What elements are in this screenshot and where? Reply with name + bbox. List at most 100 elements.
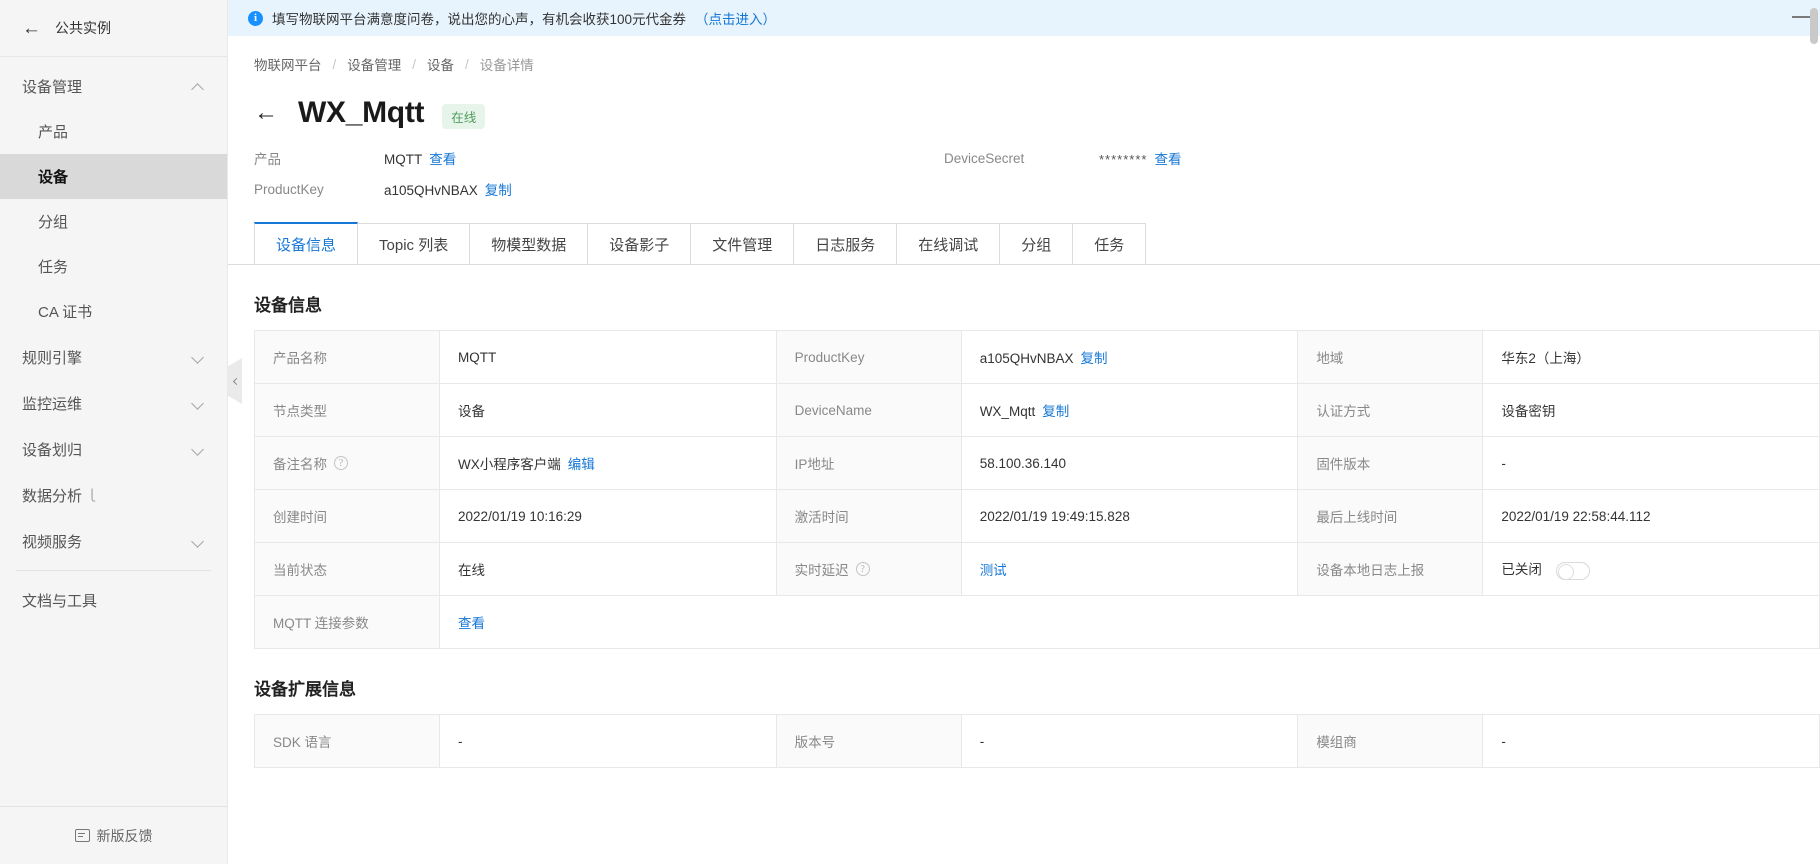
meta-productkey-value-wrap: a105QHvNBAX 复制 (384, 179, 944, 199)
sidebar-group-data-analysis[interactable]: 数据分析 ⎩ (0, 472, 227, 518)
cell-value-remark-name: WX小程序客户端 编辑 (439, 436, 777, 490)
sidebar-group-video-service[interactable]: 视频服务 (0, 518, 227, 564)
cell-value-realtime-latency: 测试 (960, 542, 1299, 596)
sidebar-group-label: 设备管理 (22, 78, 83, 96)
breadcrumb-item-iot-platform[interactable]: 物联网平台 (254, 54, 322, 74)
tab-thing-model-data[interactable]: 物模型数据 (469, 223, 589, 264)
devicename-text: WX_Mqtt (979, 404, 1036, 419)
sidebar-item-tasks[interactable]: 任务 (0, 244, 227, 289)
breadcrumb-item-devices[interactable]: 设备 (427, 54, 454, 74)
tab-topic-list[interactable]: Topic 列表 (357, 223, 471, 264)
sidebar-item-label: 分组 (38, 214, 69, 231)
cell-label-current-status: 当前状态 (253, 542, 441, 596)
tab-label: 设备影子 (609, 236, 670, 254)
tab-device-info[interactable]: 设备信息 (254, 222, 359, 264)
tab-device-shadow[interactable]: 设备影子 (587, 223, 692, 264)
cell-label-auth-type: 认证方式 (1297, 383, 1484, 437)
cell-label-version: 版本号 (775, 714, 962, 768)
cell-label-created-time: 创建时间 (253, 489, 441, 543)
table-row: 节点类型 设备 DeviceName WX_Mqtt 复制 认证方式 设备密钥 (253, 383, 1820, 437)
table-row: SDK 语言 - 版本号 - 模组商 - (253, 714, 1820, 768)
breadcrumb-item-device-management[interactable]: 设备管理 (347, 54, 401, 74)
sidebar-item-label: 任务 (38, 259, 69, 276)
chevron-down-icon (193, 443, 205, 455)
cell-label-activated-time: 激活时间 (775, 489, 962, 543)
chevron-up-icon (193, 80, 205, 92)
sidebar-group-label: 视频服务 (22, 533, 83, 551)
cell-label-realtime-latency: 实时延迟? (775, 542, 962, 596)
cell-value-product-name: MQTT (439, 330, 777, 384)
app-root: ← 公共实例 设备管理 产品 设备 分组 任务 CA 证书 规则引擎 监控运维 … (0, 0, 1820, 864)
cell-label-mqtt-params: MQTT 连接参数 (253, 595, 441, 649)
sidebar-group-device-allocation[interactable]: 设备划归 (0, 426, 227, 472)
cell-value-last-online-time: 2022/01/19 22:58:44.112 (1482, 489, 1820, 543)
page-content: 物联网平台 / 设备管理 / 设备 / 设备详情 ← WX_Mqtt 在线 产品… (228, 36, 1820, 768)
breadcrumb-separator: / (332, 56, 337, 72)
sidebar-back-to-instances[interactable]: ← 公共实例 (0, 0, 227, 57)
survey-notice-banner: i 填写物联网平台满意度问卷，说出您的心声，有机会收获100元代金券 （点击进入… (228, 0, 1820, 36)
sidebar-item-label: CA 证书 (38, 304, 93, 321)
sidebar-group-label-wrap: 数据分析 ⎩ (22, 485, 96, 506)
latency-label-text: 实时延迟 (794, 563, 849, 578)
copy-devicename-link[interactable]: 复制 (1042, 404, 1069, 419)
view-mqtt-params-link[interactable]: 查看 (458, 616, 485, 631)
sidebar-group-label: 设备划归 (22, 441, 83, 459)
tab-groups[interactable]: 分组 (999, 223, 1074, 264)
sidebar-group-monitoring[interactable]: 监控运维 (0, 380, 227, 426)
sidebar-group-label: 监控运维 (22, 395, 83, 413)
page-back-button[interactable]: ← (254, 101, 278, 125)
cell-value-created-time: 2022/01/19 10:16:29 (439, 489, 777, 543)
sidebar-nav: 设备管理 产品 设备 分组 任务 CA 证书 规则引擎 监控运维 设备划归 数据… (0, 57, 227, 806)
feedback-icon (74, 829, 90, 842)
remark-text: WX小程序客户端 (458, 457, 561, 472)
sidebar-divider (16, 570, 211, 571)
sidebar-item-ca-certificate[interactable]: CA 证书 (0, 289, 227, 334)
edit-remark-link[interactable]: 编辑 (568, 457, 595, 472)
sidebar-group-rules-engine[interactable]: 规则引擎 (0, 334, 227, 380)
tab-file-management[interactable]: 文件管理 (690, 223, 795, 264)
help-icon[interactable]: ? (334, 456, 348, 470)
sidebar-item-groups[interactable]: 分组 (0, 199, 227, 244)
notice-link[interactable]: （点击进入） (695, 8, 776, 28)
page-scrollbar[interactable] (1810, 8, 1818, 44)
sidebar-item-docs-and-tools[interactable]: 文档与工具 (0, 577, 227, 623)
sidebar-group-label: 规则引擎 (22, 349, 83, 367)
view-product-link[interactable]: 查看 (429, 152, 456, 167)
chevron-down-icon (193, 397, 205, 409)
device-info-table: 产品名称 MQTT ProductKey a105QHvNBAX 复制 地域 华东… (253, 330, 1820, 649)
remark-label-text: 备注名称 (273, 457, 327, 472)
table-row: MQTT 连接参数 查看 (253, 595, 1820, 649)
meta-devicesecret-value-wrap: ******** 查看 (1099, 148, 1820, 168)
cell-value-module-vendor: - (1482, 714, 1820, 768)
copy-productkey-link[interactable]: 复制 (485, 183, 512, 198)
meta-productkey-label: ProductKey (254, 181, 324, 197)
cell-value-ip-address: 58.100.36.140 (960, 436, 1299, 490)
help-icon[interactable]: ? (855, 562, 870, 576)
tab-log-service[interactable]: 日志服务 (793, 223, 898, 264)
chevron-down-icon (193, 535, 205, 547)
cell-label-node-type: 节点类型 (253, 383, 441, 437)
sidebar-feedback-button[interactable]: 新版反馈 (0, 806, 227, 864)
sidebar-group-device-management[interactable]: 设备管理 (0, 63, 227, 109)
tab-label: 在线调试 (918, 236, 979, 254)
sidebar: ← 公共实例 设备管理 产品 设备 分组 任务 CA 证书 规则引擎 监控运维 … (0, 0, 228, 864)
cell-value-mqtt-params: 查看 (439, 595, 1820, 649)
local-log-report-toggle[interactable] (1555, 561, 1590, 580)
cell-label-sdk-language: SDK 语言 (253, 714, 441, 768)
sidebar-feedback-label: 新版反馈 (96, 827, 153, 844)
test-latency-link[interactable]: 测试 (980, 563, 1007, 578)
breadcrumb-item-device-detail: 设备详情 (479, 58, 534, 73)
copy-productkey-link[interactable]: 复制 (1080, 351, 1107, 366)
tab-tasks[interactable]: 任务 (1072, 223, 1147, 264)
status-badge: 在线 (442, 103, 486, 129)
close-icon[interactable] (1792, 16, 1810, 18)
table-row: 创建时间 2022/01/19 10:16:29 激活时间 2022/01/19… (253, 489, 1820, 543)
cell-label-product-name: 产品名称 (253, 330, 441, 384)
device-info-section-title: 设备信息 (254, 296, 322, 315)
view-devicesecret-link[interactable]: 查看 (1154, 152, 1181, 167)
table-row: 当前状态 在线 实时延迟? 测试 设备本地日志上报 已关闭 (253, 542, 1820, 596)
tab-online-debug[interactable]: 在线调试 (896, 223, 1001, 264)
sidebar-item-products[interactable]: 产品 (0, 109, 227, 154)
sidebar-item-devices[interactable]: 设备 (0, 154, 227, 199)
cell-value-current-status: 在线 (439, 542, 777, 596)
